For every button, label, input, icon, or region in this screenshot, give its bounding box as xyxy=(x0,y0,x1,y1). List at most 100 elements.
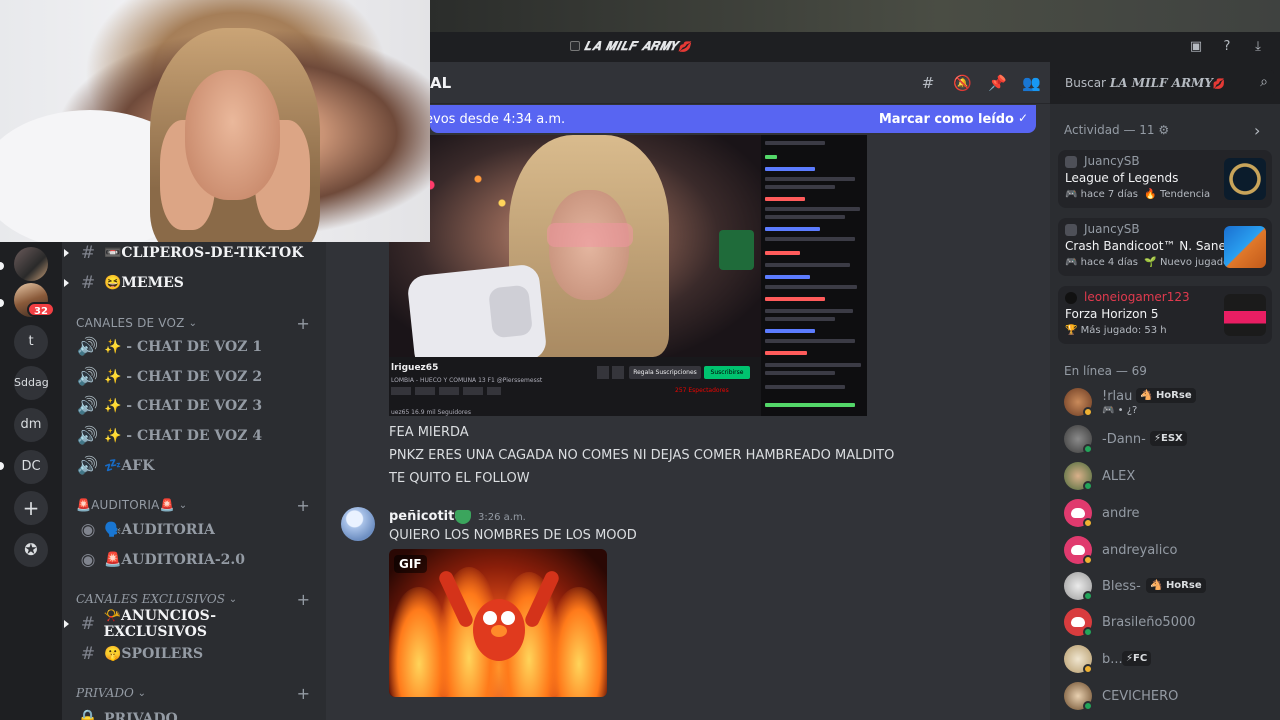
download-icon[interactable]: ⤓ xyxy=(1250,39,1266,55)
stage-channel-auditoria[interactable]: ◉ 🗣️AUDITORIA xyxy=(76,517,316,543)
add-channel-icon[interactable]: + xyxy=(296,496,310,515)
member-item[interactable]: CEVICHERO xyxy=(1064,682,1274,714)
activity-tag: Nuevo jugador xyxy=(1159,257,1234,268)
pin-icon[interactable]: 📌 xyxy=(988,74,1007,92)
activity-card[interactable]: JuancySB League of Legends 🎮 hace 7 días… xyxy=(1058,150,1272,208)
add-channel-icon[interactable]: + xyxy=(296,314,310,333)
add-channel-icon[interactable]: + xyxy=(297,590,310,609)
stream-screenshot[interactable]: lriguez65 LOMBIA - HUECO Y COMUNA 13 F1 … xyxy=(389,135,867,416)
channel-memes[interactable]: # 😆MEMES xyxy=(64,270,316,296)
members-icon[interactable]: 👥 xyxy=(1022,74,1041,92)
search-heart: 💋 xyxy=(1212,79,1226,90)
server-icon-image[interactable] xyxy=(14,247,48,281)
status-idle-icon xyxy=(1083,407,1093,417)
activity-card[interactable]: JuancySB Crash Bandicoot™ N. Sane ... 🎮 … xyxy=(1058,218,1272,276)
message-author[interactable]: peñicotito xyxy=(389,509,463,524)
mark-read-button[interactable]: Marcar como leído xyxy=(879,112,1014,127)
stage-channel-auditoria-2[interactable]: ◉ 🚨AUDITORIA-2.0 xyxy=(76,547,316,573)
activity-game: Crash Bandicoot™ N. Sane ... xyxy=(1065,239,1242,253)
server-dm[interactable]: dm xyxy=(14,408,48,442)
speaker-icon: 🔊 xyxy=(77,367,99,387)
channel-label: 💤AFK xyxy=(104,458,155,474)
new-messages-bar[interactable]: evos desde 4:34 a.m. Marcar como leído ✓ xyxy=(425,105,1036,133)
mute-icon[interactable]: 🔕 xyxy=(953,74,972,92)
viewer-count: 257 Espectadores xyxy=(675,387,729,394)
category-private[interactable]: PRIVADO ⌄ + xyxy=(76,684,316,703)
text-channel-icon: # xyxy=(80,243,96,263)
online-header: En línea — 69 xyxy=(1064,364,1147,378)
forza-horizon-logo xyxy=(1224,294,1266,336)
chevron-down-icon: ⌄ xyxy=(178,499,188,511)
unread-indicator xyxy=(64,279,69,287)
member-item[interactable]: -Dann- ⚡ESX xyxy=(1064,425,1274,457)
clan-tag: 🐴 HoRse xyxy=(1136,388,1196,403)
clan-tag: ⚡ESX xyxy=(1150,431,1187,446)
threads-icon[interactable]: # xyxy=(919,74,937,92)
new-messages-text: evos desde 4:34 a.m. xyxy=(425,112,566,127)
member-item[interactable]: andreyalico xyxy=(1064,536,1274,568)
avatar[interactable] xyxy=(341,507,375,541)
activity-user: JuancySB xyxy=(1084,222,1140,236)
channel-privado[interactable]: 🔒 PRIVADO xyxy=(76,706,316,720)
avatar xyxy=(1065,156,1077,168)
inbox-icon[interactable]: ▣ xyxy=(1188,39,1204,55)
gamepad-icon: 🎮 xyxy=(1065,257,1078,268)
channel-cliperos[interactable]: # 📼CLIPEROS-DE-TIK-TOK xyxy=(64,240,316,266)
role-badge-icon xyxy=(455,510,471,524)
member-item[interactable]: Brasileño5000 xyxy=(1064,608,1274,640)
gif-attachment[interactable]: GIF xyxy=(389,549,607,697)
channel-label: 😆MEMES xyxy=(104,275,184,291)
stream-tags xyxy=(391,387,501,395)
unread-pill xyxy=(0,262,4,270)
voice-channel-1[interactable]: 🔊 ✨ - CHAT DE VOZ 1 xyxy=(76,334,316,360)
activity-header[interactable]: Actividad — 11 ⚙ › xyxy=(1064,121,1260,140)
add-channel-icon[interactable]: + xyxy=(297,684,310,703)
voice-channel-afk[interactable]: 🔊 💤AFK xyxy=(76,453,316,479)
clan-tag-text: HoRse xyxy=(1155,390,1192,401)
member-item[interactable]: Bless- 🐴 HoRse xyxy=(1064,572,1274,604)
member-item[interactable]: andre xyxy=(1064,499,1274,531)
activity-meta: 🎮 hace 4 días 🌱 Nuevo jugador xyxy=(1065,257,1233,268)
discover-icon[interactable]: ✪ xyxy=(14,533,48,567)
voice-channel-2[interactable]: 🔊 ✨ - CHAT DE VOZ 2 xyxy=(76,364,316,390)
subscribe-button: Suscribirse xyxy=(704,366,750,379)
member-item[interactable]: !rlau 🐴 HoRse 🎮 • ¿? xyxy=(1064,388,1274,420)
server-t[interactable]: t xyxy=(14,325,48,359)
channel-sidebar: # 📼CLIPEROS-DE-TIK-TOK # 😆MEMES CANALES … xyxy=(62,242,326,720)
message-timestamp: 3:26 a.m. xyxy=(478,512,526,523)
webcam-overlay xyxy=(0,0,430,242)
channel-anuncios-exclusivos[interactable]: # 📯ANUNCIOS-EXCLUSIVOS xyxy=(64,608,316,640)
category-auditoria[interactable]: 🚨AUDITORIA🚨 ⌄ + xyxy=(76,496,316,515)
member-item[interactable]: ALEX xyxy=(1064,462,1274,494)
member-name: b... xyxy=(1102,652,1123,667)
category-exclusive[interactable]: CANALES EXCLUSIVOS ⌄ + xyxy=(76,590,316,609)
avatar xyxy=(1065,292,1077,304)
speaker-icon: 🔊 xyxy=(77,426,99,446)
activity-card[interactable]: leoneiogamer123 Forza Horizon 5 🏆 Más ju… xyxy=(1058,286,1272,344)
channel-label: 🤫SPOILERS xyxy=(104,646,204,662)
server-sddag[interactable]: Sddag xyxy=(14,366,49,400)
stage-icon: ◉ xyxy=(80,520,96,540)
channel-label: ✨ - CHAT DE VOZ 1 xyxy=(104,339,263,355)
channel-label: 🚨AUDITORIA-2.0 xyxy=(104,552,246,568)
server-title-text: 𝑳𝑨 𝑴𝑰𝑳𝑭 𝑨𝑹𝑴𝒀 xyxy=(584,39,678,53)
status-online-icon xyxy=(1083,444,1093,454)
activity-time: hace 4 días xyxy=(1080,257,1138,268)
add-server-icon[interactable]: + xyxy=(14,491,48,525)
gamepad-icon: 🎮 xyxy=(1065,189,1078,200)
member-item[interactable]: b... ⚡FC xyxy=(1064,645,1274,677)
member-name: andreyalico xyxy=(1102,543,1178,558)
chevron-right-icon[interactable]: › xyxy=(1254,121,1260,140)
clan-tag-text: HoRse xyxy=(1165,580,1202,591)
category-voice[interactable]: CANALES DE VOZ ⌄ + xyxy=(76,314,316,333)
stage-icon: ◉ xyxy=(80,550,96,570)
new-player-icon: 🌱 xyxy=(1144,257,1157,268)
voice-channel-4[interactable]: 🔊 ✨ - CHAT DE VOZ 4 xyxy=(76,423,316,449)
server-dc[interactable]: DC xyxy=(14,450,48,484)
help-icon[interactable]: ? xyxy=(1219,39,1235,55)
search-input[interactable]: Buscar 𝑳𝑨 𝑴𝑰𝑳𝑭 𝑨𝑹𝑴𝒀💋 ⌕ xyxy=(1058,70,1274,96)
search-server-name: 𝑳𝑨 𝑴𝑰𝑳𝑭 𝑨𝑹𝑴𝒀 xyxy=(1109,76,1213,90)
avatar xyxy=(1065,224,1077,236)
voice-channel-3[interactable]: 🔊 ✨ - CHAT DE VOZ 3 xyxy=(76,393,316,419)
channel-spoilers[interactable]: # 🤫SPOILERS xyxy=(76,641,316,667)
